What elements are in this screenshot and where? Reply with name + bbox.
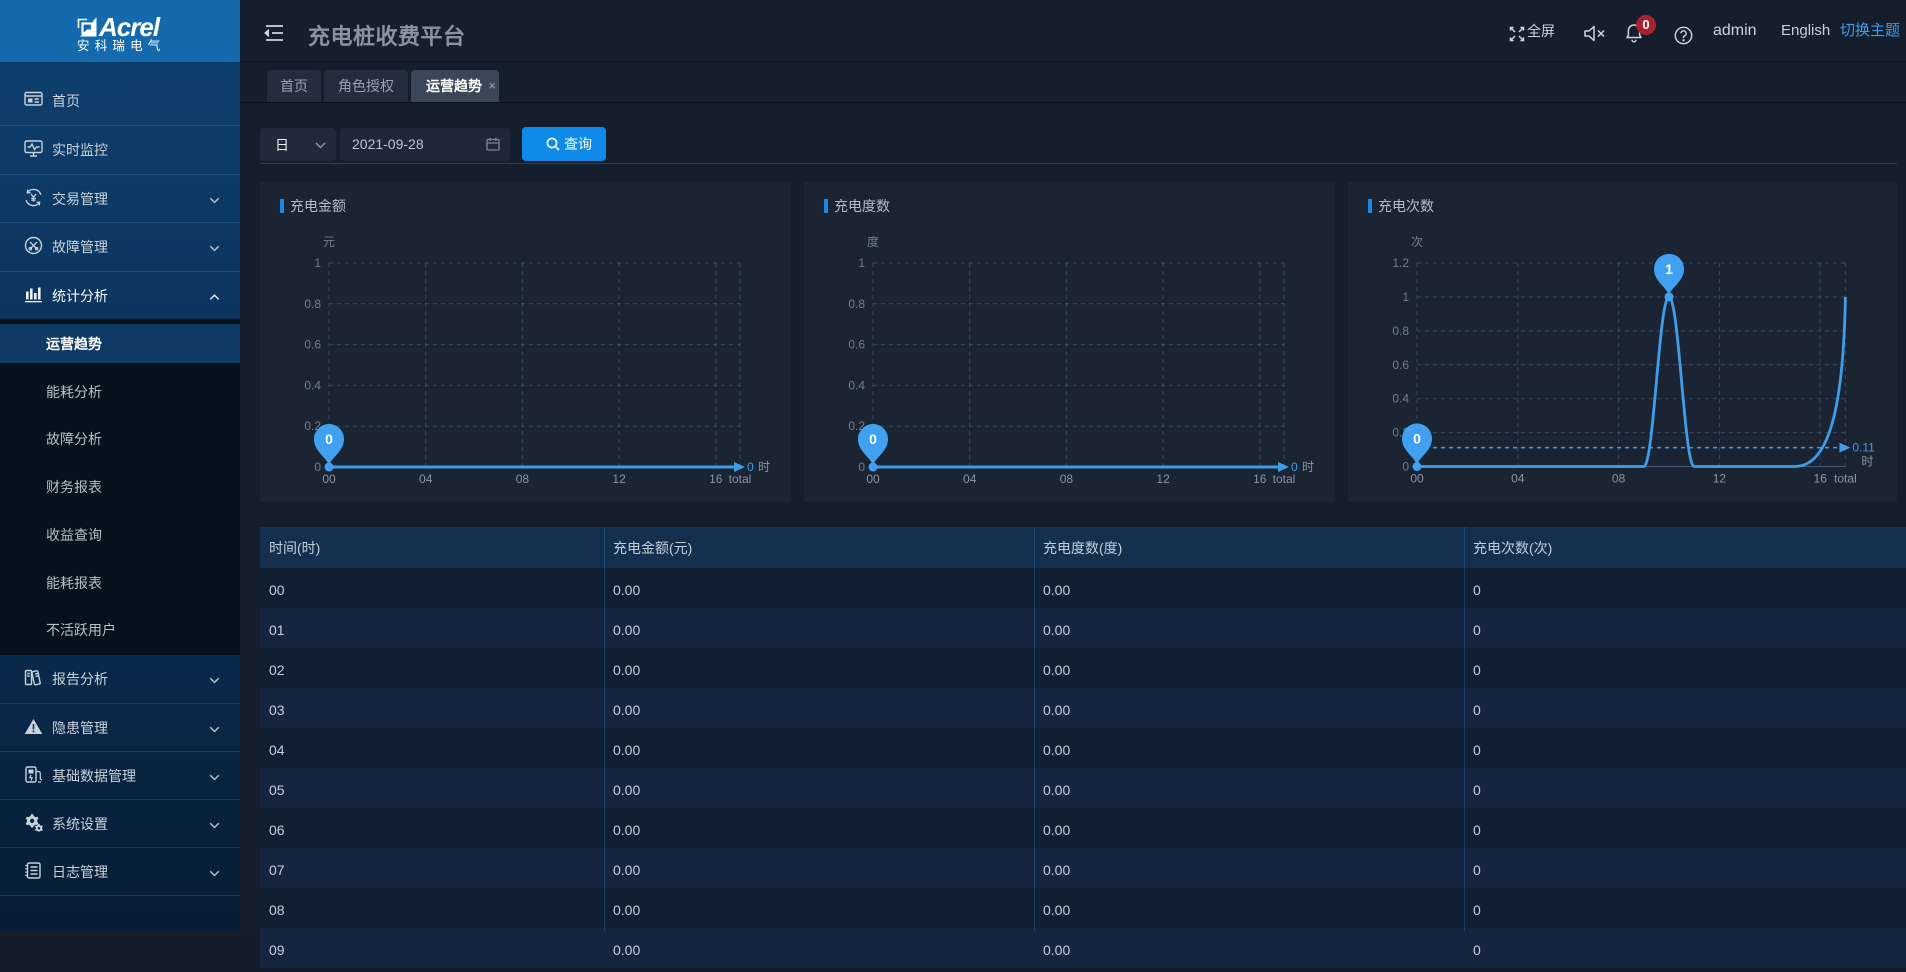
svg-text:1: 1 [1665,261,1673,277]
svg-text:16: 16 [709,472,723,486]
svg-text:0.4: 0.4 [1392,392,1409,406]
svg-text:00: 00 [866,472,880,486]
svg-text:0: 0 [1413,431,1421,447]
svg-text:12: 12 [1713,472,1727,486]
svg-text:total: total [1834,472,1857,486]
svg-text:0.8: 0.8 [1392,324,1409,338]
svg-text:0.11: 0.11 [1852,441,1875,455]
svg-text:0.4: 0.4 [848,378,865,392]
svg-text:0.6: 0.6 [848,338,865,352]
svg-text:0.8: 0.8 [848,297,865,311]
svg-text:08: 08 [1612,472,1626,486]
svg-text:1.2: 1.2 [1392,256,1409,270]
svg-text:total: total [729,472,752,486]
svg-text:12: 12 [1156,472,1170,486]
svg-text:1: 1 [858,256,865,270]
svg-text:0: 0 [858,460,865,474]
svg-text:04: 04 [1511,472,1525,486]
svg-text:1: 1 [1402,290,1409,304]
svg-text:0.4: 0.4 [304,378,321,392]
svg-text:时: 时 [758,460,770,474]
svg-text:0.6: 0.6 [304,338,321,352]
svg-text:08: 08 [1060,472,1074,486]
svg-text:0: 0 [314,460,321,474]
svg-text:时: 时 [1861,455,1873,469]
svg-text:16: 16 [1253,472,1267,486]
svg-text:0: 0 [869,431,877,447]
svg-text:00: 00 [1410,472,1424,486]
svg-text:08: 08 [516,472,530,486]
svg-text:12: 12 [612,472,626,486]
svg-text:度: 度 [867,234,879,249]
svg-text:0: 0 [747,460,754,474]
svg-text:0: 0 [1291,460,1298,474]
svg-text:Acrel: Acrel [98,12,161,42]
svg-text:04: 04 [963,472,977,486]
svg-text:1: 1 [314,256,321,270]
svg-text:0: 0 [325,431,333,447]
svg-text:0.8: 0.8 [304,297,321,311]
svg-text:0.6: 0.6 [1392,358,1409,372]
svg-text:元: 元 [323,235,335,249]
svg-text:04: 04 [419,472,433,486]
svg-text:16: 16 [1814,472,1828,486]
svg-text:安科瑞电气: 安科瑞电气 [77,38,166,53]
svg-text:total: total [1273,472,1296,486]
svg-text:00: 00 [322,472,336,486]
svg-text:次: 次 [1411,235,1423,249]
svg-text:时: 时 [1302,460,1314,474]
svg-text:0: 0 [1402,460,1409,474]
